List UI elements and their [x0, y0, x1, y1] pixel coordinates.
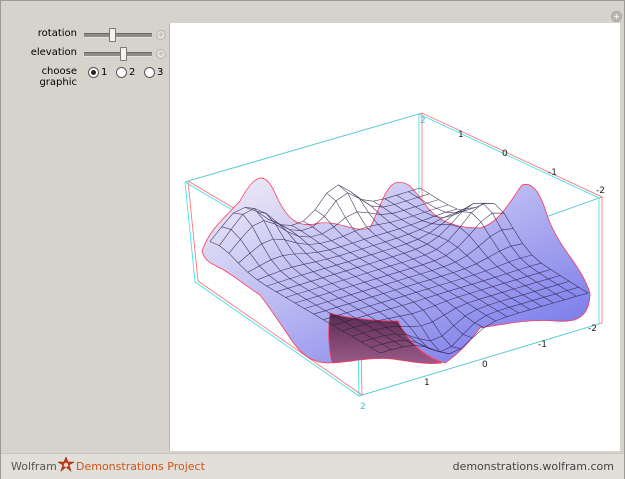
rotation-label: rotation	[37, 28, 77, 39]
choose-graphic-option-2: 2	[129, 67, 136, 78]
wolfram-spikey-icon	[58, 457, 74, 472]
footer: Wolfram Demonstrations Project demonstra…	[1, 453, 624, 479]
elevation-slider-thumb[interactable]	[120, 47, 127, 61]
elevation-plus-icon[interactable]: +	[156, 49, 166, 59]
choose-graphic-option-1: 1	[101, 67, 108, 78]
tick-front-2: 2	[360, 402, 366, 412]
tick-front-minus2: -2	[588, 324, 597, 334]
controls-panel: rotation + elevation + choose graphic 1 …	[1, 23, 169, 89]
choose-graphic-label: choose graphic	[39, 66, 77, 88]
choose-graphic-radio-1[interactable]	[88, 67, 99, 78]
rotation-slider[interactable]	[84, 33, 152, 38]
site-url-link[interactable]: demonstrations.wolfram.com	[453, 460, 614, 473]
surface-mesh	[201, 177, 591, 364]
tick-back-minus2: -2	[596, 186, 605, 196]
choose-graphic-radio-3[interactable]	[144, 67, 155, 78]
elevation-label: elevation	[30, 47, 77, 58]
tick-front-minus1: -1	[538, 340, 547, 350]
tick-front-1: 1	[424, 378, 430, 388]
tick-top-left-2: 2	[420, 116, 426, 126]
expand-panel-icon[interactable]: +	[611, 11, 622, 22]
surface-plot[interactable]: 2 1 0 -1 -2 -2 -1 0 1 2	[170, 23, 620, 451]
demonstrations-project-link[interactable]: Demonstrations Project	[76, 460, 205, 473]
plot-area[interactable]: 2 1 0 -1 -2 -2 -1 0 1 2	[169, 23, 620, 451]
demonstration-frame: + rotation + elevation + choose graphic …	[0, 0, 625, 479]
rotation-slider-thumb[interactable]	[109, 28, 116, 42]
elevation-slider[interactable]	[84, 52, 152, 57]
choose-graphic-radio-2[interactable]	[116, 67, 127, 78]
tick-back-1: 1	[458, 130, 464, 140]
tick-back-0: 0	[502, 149, 508, 159]
tick-front-0: 0	[482, 360, 488, 370]
tick-back-minus1: -1	[548, 168, 557, 178]
wolfram-brand[interactable]: Wolfram	[11, 460, 57, 473]
choose-graphic-option-3: 3	[157, 67, 164, 78]
rotation-plus-icon[interactable]: +	[156, 30, 166, 40]
